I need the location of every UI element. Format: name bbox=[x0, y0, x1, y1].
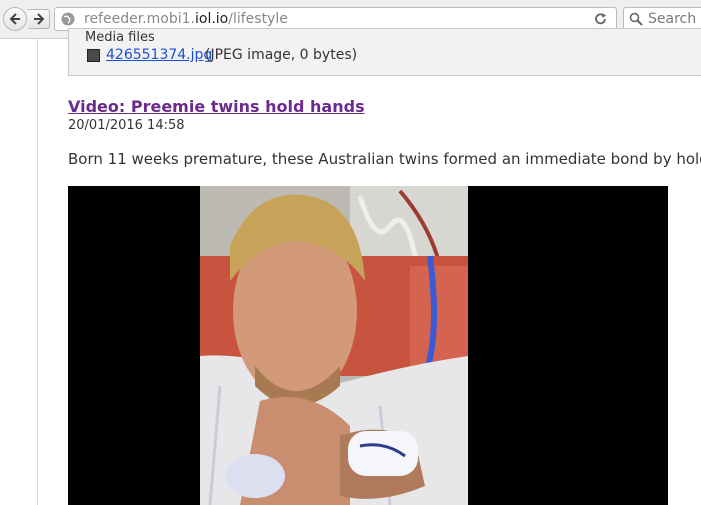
video-player[interactable] bbox=[68, 186, 668, 505]
video-frame bbox=[200, 186, 468, 505]
media-file-link[interactable]: 426551374.jpg bbox=[106, 47, 212, 63]
article-summary: Born 11 weeks premature, these Australia… bbox=[68, 150, 701, 168]
article-title-link[interactable]: Video: Preemie twins hold hands bbox=[68, 97, 365, 116]
arrow-left-icon bbox=[9, 13, 20, 25]
sidebar-divider bbox=[37, 39, 38, 505]
forward-button[interactable] bbox=[28, 9, 50, 29]
image-file-icon bbox=[87, 49, 100, 62]
url-text: refeeder.mobi1.iol.io/lifestyle bbox=[84, 11, 288, 27]
article-date: 20/01/2016 14:58 bbox=[68, 118, 185, 133]
arrow-right-icon bbox=[33, 13, 44, 25]
media-files-box: Media files 426551374.jpg (JPEG image, 0… bbox=[68, 28, 701, 76]
media-files-title: Media files bbox=[85, 30, 155, 45]
video-thumbnail-image bbox=[200, 186, 468, 505]
globe-icon bbox=[61, 12, 75, 26]
reload-icon[interactable] bbox=[594, 12, 608, 26]
search-placeholder: Search bbox=[648, 11, 697, 27]
search-icon bbox=[629, 12, 643, 26]
media-file-meta: (JPEG image, 0 bytes) bbox=[205, 47, 358, 63]
back-button[interactable] bbox=[3, 7, 27, 31]
